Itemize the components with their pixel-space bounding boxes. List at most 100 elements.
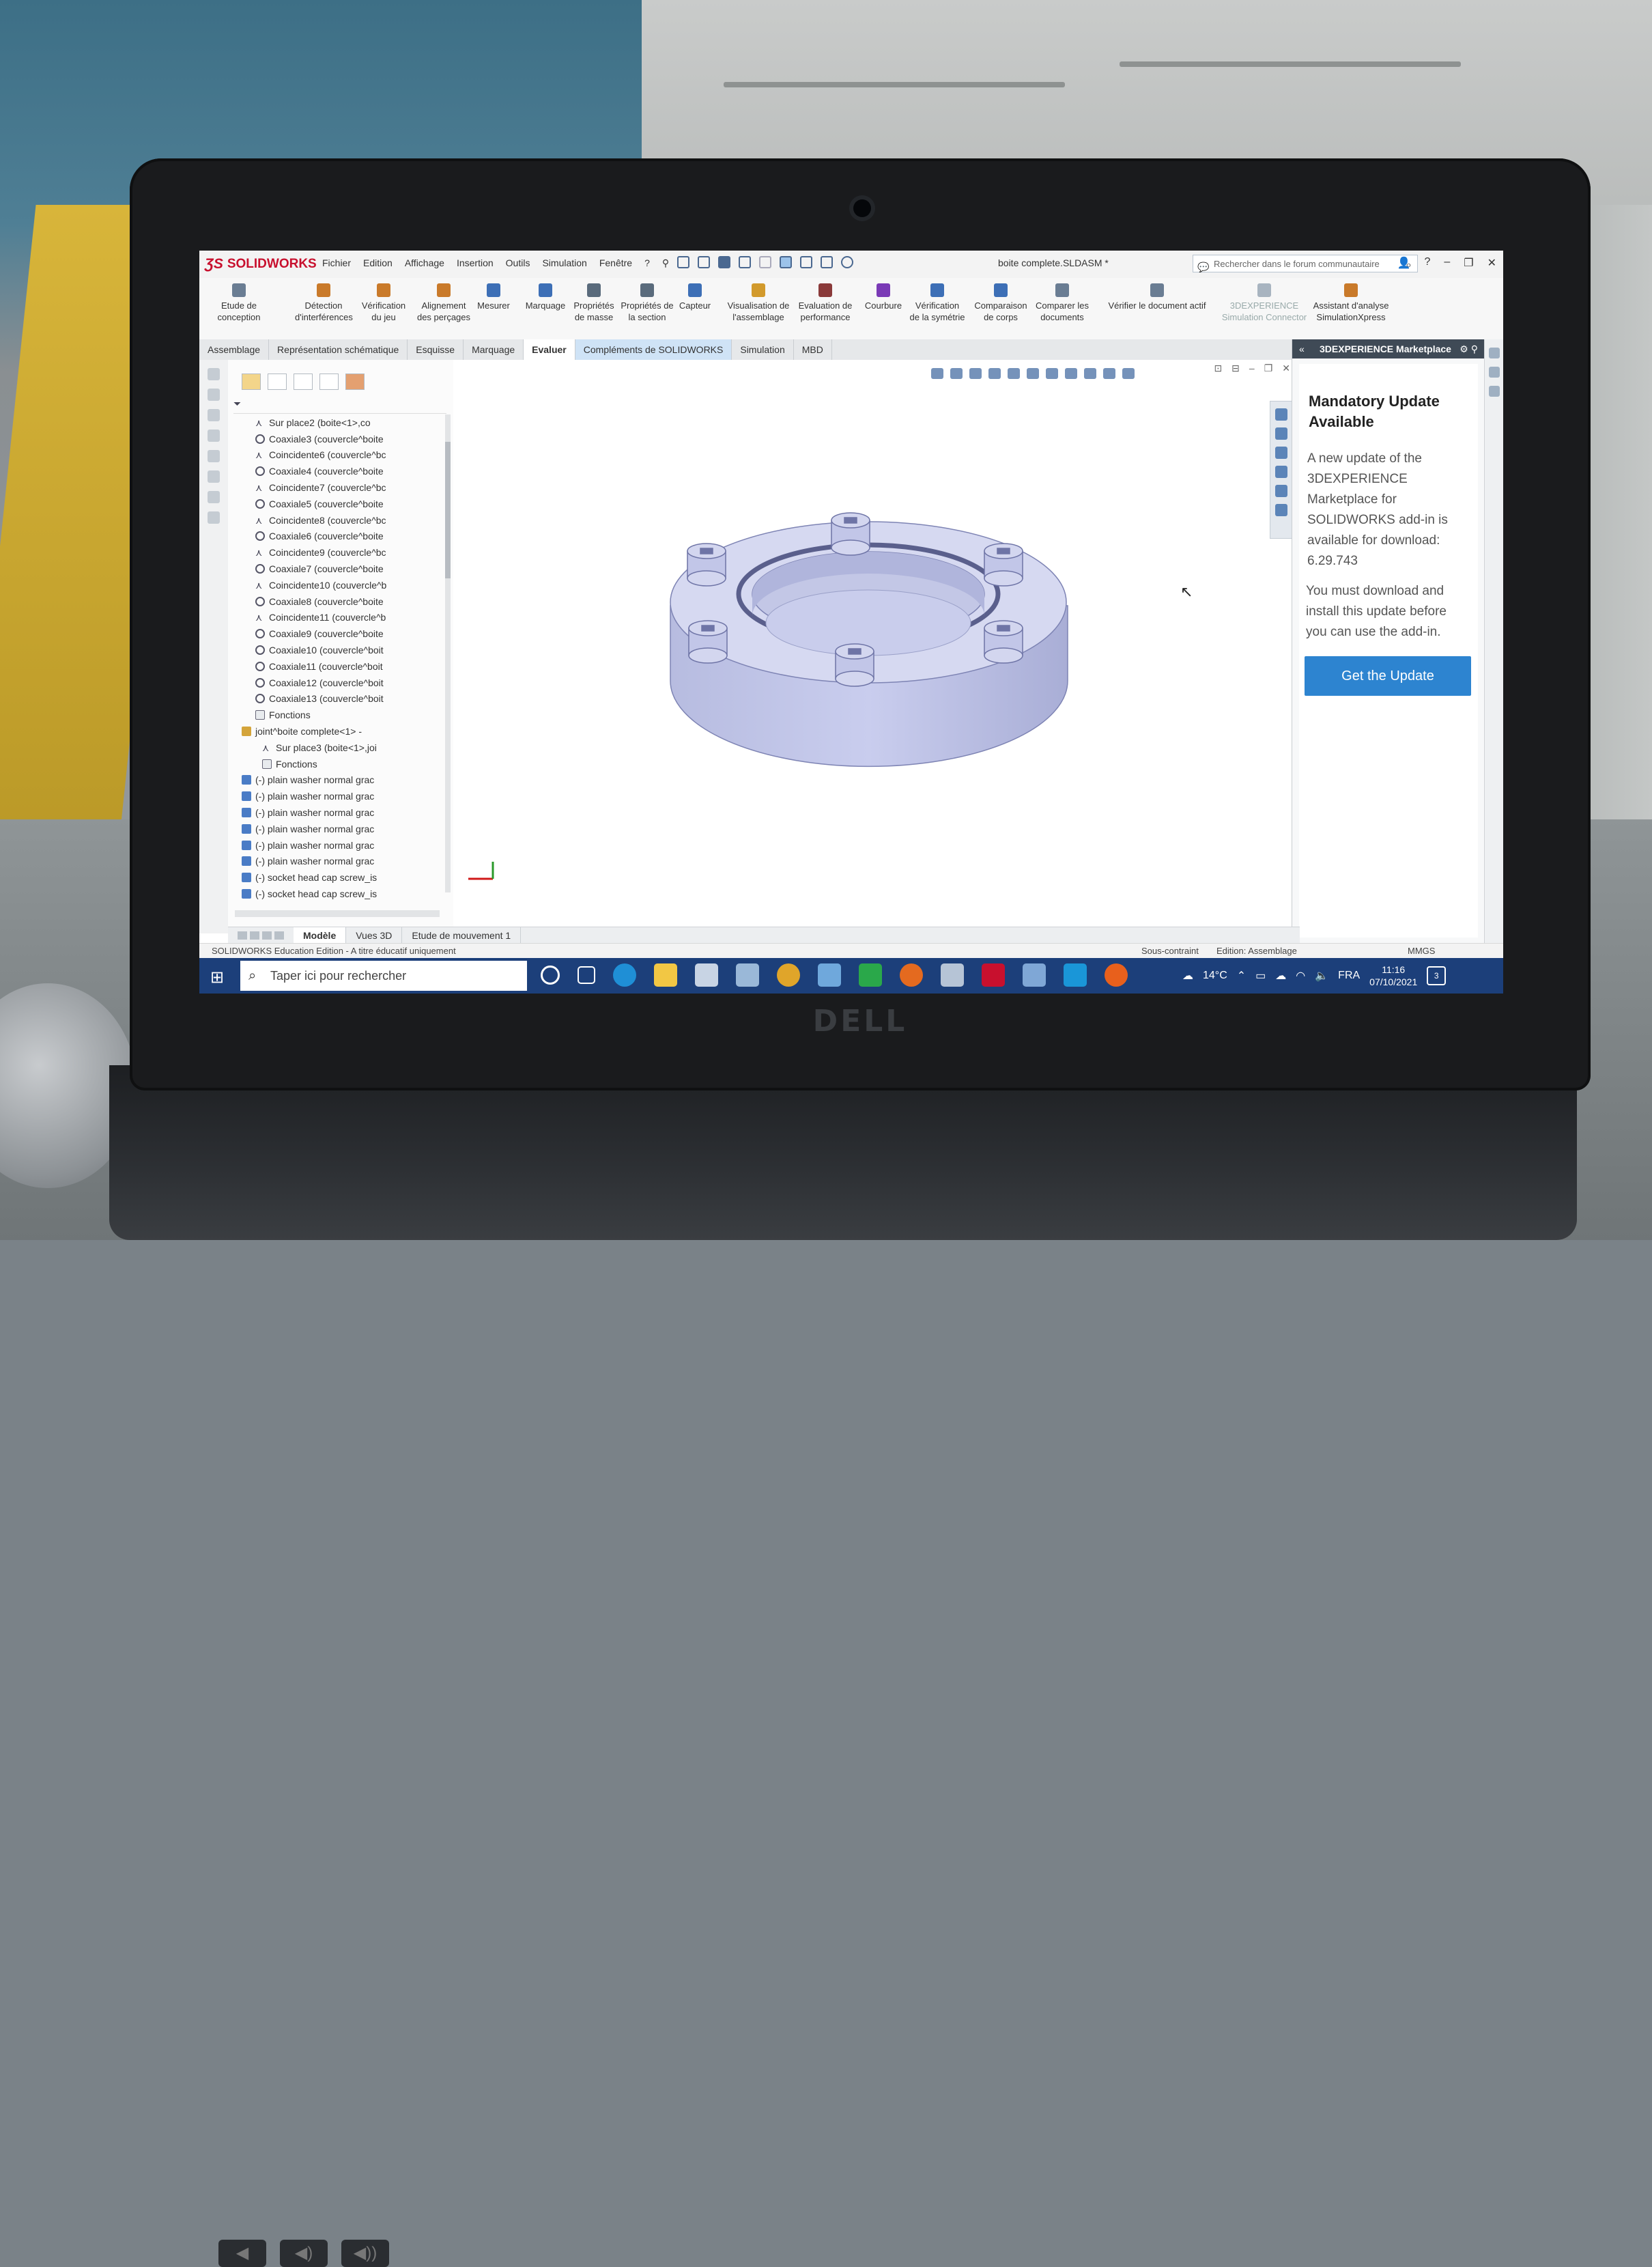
community-search-input[interactable]: 💬 Rechercher dans le forum communautaire… <box>1193 255 1418 272</box>
command-button-8[interactable]: Capteur <box>674 283 715 311</box>
tree-item[interactable]: (-) plain washer normal grac <box>235 837 446 854</box>
battery-icon[interactable]: ▭ <box>1255 969 1266 983</box>
minimize-icon[interactable]: – <box>1444 256 1450 270</box>
options-gear-icon[interactable] <box>841 256 853 268</box>
unit-system[interactable]: MMGS <box>1408 944 1435 959</box>
command-button-2[interactable]: Vérification du jeu <box>356 283 411 323</box>
tab-vues-3d[interactable]: Vues 3D <box>346 927 403 944</box>
tree-item[interactable]: Coaxiale7 (couvercle^boite <box>235 561 446 577</box>
tree-scrollbar[interactable] <box>445 414 451 892</box>
open-icon[interactable] <box>698 256 710 268</box>
tab-6[interactable]: Simulation <box>732 339 794 360</box>
get-update-button[interactable]: Get the Update <box>1305 656 1471 696</box>
help-icon[interactable]: ? <box>1424 256 1430 270</box>
tree-item[interactable]: Coaxiale8 (couvercle^boite <box>235 593 446 610</box>
tree-item[interactable]: ⋏ Coincidente10 (couvercle^b <box>235 577 446 593</box>
tree-item[interactable]: ⋏ Sur place2 (boite<1>,co <box>235 414 446 431</box>
tree-item[interactable]: Fonctions <box>235 756 446 772</box>
firefox-icon[interactable] <box>900 963 923 987</box>
solidworks-logo[interactable]: ƷS SOLIDWORKS <box>205 255 317 273</box>
windows-start-icon[interactable]: ⊞ <box>210 968 224 987</box>
cloud-app-icon[interactable] <box>941 963 964 987</box>
mate-tool-icon[interactable] <box>208 409 220 421</box>
command-button-6[interactable]: Propriétés de masse <box>571 283 616 323</box>
command-button-1[interactable]: Détection d'interférences <box>295 283 353 323</box>
tree-horizontal-scrollbar[interactable] <box>235 910 440 917</box>
dimxpert-tab-icon[interactable] <box>319 374 339 390</box>
appearance-tool-icon[interactable] <box>208 491 220 503</box>
menu-insertion[interactable]: Insertion <box>457 257 494 269</box>
volume-down-key[interactable]: ◀) <box>280 2240 328 2267</box>
command-button-5[interactable]: Marquage <box>523 283 568 311</box>
3dexperience-icon[interactable] <box>1275 408 1287 421</box>
command-button-16[interactable]: 3DEXPERIENCE Simulation Connector <box>1219 283 1309 323</box>
tree-item[interactable]: Coaxiale13 (couvercle^boit <box>235 691 446 707</box>
tree-item[interactable]: ⋏ Coincidente8 (couvercle^bc <box>235 512 446 529</box>
tab-motion-study[interactable]: Etude de mouvement 1 <box>402 927 522 944</box>
weather-temp[interactable]: 14°C <box>1203 970 1227 982</box>
pin-icon[interactable]: ⚲ <box>662 257 669 269</box>
sketch-tool-icon[interactable] <box>208 368 220 380</box>
view-icon[interactable] <box>1489 367 1500 378</box>
menu-edition[interactable]: Edition <box>363 257 393 269</box>
command-button-15[interactable]: Vérifier le document actif <box>1099 283 1215 311</box>
tab-0[interactable]: Assemblage <box>199 339 270 360</box>
tree-item[interactable]: Coaxiale10 (couvercle^boit <box>235 642 446 658</box>
tab-1[interactable]: Représentation schématique <box>269 339 408 360</box>
command-button-3[interactable]: Alignement des perçages <box>416 283 471 323</box>
ccleaner-icon[interactable] <box>1064 963 1087 987</box>
tree-item[interactable]: Coaxiale5 (couvercle^boite <box>235 496 446 512</box>
tree-item[interactable]: Fonctions <box>235 707 446 723</box>
file-explorer-icon[interactable] <box>654 963 677 987</box>
camera-icon[interactable] <box>1489 348 1500 358</box>
restore-icon[interactable]: ❐ <box>1464 256 1473 270</box>
collapse-icon[interactable]: « <box>1299 339 1305 358</box>
tree-item[interactable]: joint^boite complete<1> - <box>235 723 446 740</box>
featuremanager-tab-icon[interactable] <box>242 374 261 390</box>
tree-item[interactable]: ⋏ Coincidente11 (couvercle^b <box>235 610 446 626</box>
rebuild-icon[interactable] <box>800 256 812 268</box>
close-icon[interactable]: ✕ <box>1487 256 1496 270</box>
graphics-area[interactable]: ⊡ ⊟ – ❐ ✕ ↖ <box>453 360 1300 927</box>
view-tool-icon[interactable] <box>208 430 220 442</box>
tree-item[interactable]: (-) socket head cap screw_is <box>235 886 446 902</box>
solidworks-taskbar-icon[interactable] <box>982 963 1005 987</box>
volume-up-key[interactable]: ◀)) <box>341 2240 389 2267</box>
tree-item[interactable]: (-) plain washer normal grac <box>235 854 446 870</box>
volume-icon[interactable]: 🔈 <box>1315 969 1328 983</box>
menu-fenetre[interactable]: Fenêtre <box>599 257 632 269</box>
volume-mute-key[interactable]: ◀ <box>218 2240 266 2267</box>
file-properties-icon[interactable] <box>821 256 833 268</box>
tab-navigation-arrows[interactable] <box>228 931 294 940</box>
notification-center-icon[interactable]: 3 <box>1427 966 1447 985</box>
new-document-icon[interactable] <box>677 256 689 268</box>
tree-item[interactable]: Coaxiale3 (couvercle^boite <box>235 431 446 447</box>
menu-help[interactable]: ? <box>644 257 650 269</box>
propertymanager-tab-icon[interactable] <box>268 374 287 390</box>
onedrive-icon[interactable]: ☁ <box>1275 969 1286 983</box>
tab-2[interactable]: Esquisse <box>408 339 464 360</box>
appearances-icon[interactable] <box>1275 504 1287 516</box>
task-pane-pin-icon[interactable]: ⚙ ⚲ <box>1459 339 1478 358</box>
file-explorer-icon[interactable] <box>1275 466 1287 478</box>
command-button-10[interactable]: Evaluation de performance <box>793 283 857 323</box>
google-drive-icon[interactable] <box>859 963 882 987</box>
tab-5[interactable]: Compléments de SOLIDWORKS <box>575 339 732 360</box>
tree-item[interactable]: (-) plain washer normal grac <box>235 772 446 789</box>
menu-fichier[interactable]: Fichier <box>322 257 351 269</box>
window-app-icon[interactable] <box>1023 963 1046 987</box>
notes-icon[interactable] <box>818 963 841 987</box>
command-button-17[interactable]: Assistant d'analyse SimulationXpress <box>1307 283 1395 323</box>
undo-icon[interactable] <box>759 256 771 268</box>
media-player-icon[interactable] <box>695 963 718 987</box>
tree-item[interactable]: ⋏ Coincidente7 (couvercle^bc <box>235 479 446 496</box>
recorder-icon[interactable] <box>1105 963 1128 987</box>
tree-item[interactable]: (-) plain washer normal grac <box>235 804 446 821</box>
command-button-14[interactable]: Comparer les documents <box>1032 283 1092 323</box>
command-button-12[interactable]: Vérification de la symétrie <box>909 283 965 323</box>
menu-affichage[interactable]: Affichage <box>405 257 444 269</box>
tree-item[interactable]: Coaxiale6 (couvercle^boite <box>235 529 446 545</box>
snipping-icon[interactable] <box>736 963 759 987</box>
user-icon[interactable]: 👤 <box>1397 256 1411 270</box>
wifi-icon[interactable]: ◠ <box>1296 969 1305 983</box>
